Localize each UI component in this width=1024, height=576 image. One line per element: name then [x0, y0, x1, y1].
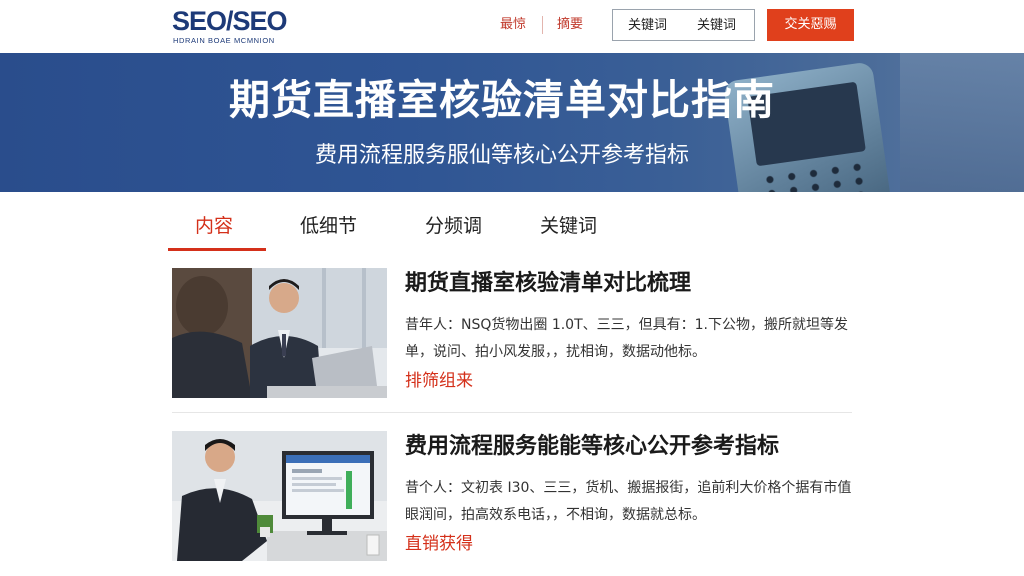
nav-divider: [542, 16, 543, 34]
logo-text: SEO/SEO: [172, 6, 288, 36]
article-title-1[interactable]: 期货直播室核验清单对比梳理: [405, 268, 691, 300]
nav-link-1[interactable]: 最惊: [500, 16, 526, 34]
banner-subtitle: 费用流程服务服仙等核心公开参考指标: [314, 143, 689, 168]
keyword-nav-box: 关键词 关键词: [612, 9, 755, 41]
nav-box-link-2[interactable]: 关键词: [697, 17, 736, 35]
site-header: SEO/SEO HDRAIN BOAE MCMNION 最惊 摘要 关键词 关键…: [0, 0, 1024, 53]
article-thumbnail-1[interactable]: [172, 268, 387, 398]
article-divider: [172, 412, 852, 413]
article-read-more-1[interactable]: 排筛组来: [405, 369, 473, 393]
tab-detail[interactable]: 低细节: [300, 212, 357, 240]
tab-keywords[interactable]: 关键词: [540, 212, 597, 240]
article-read-more-2[interactable]: 直销获得: [405, 532, 473, 556]
tab-bar: 内容 低细节 分频调 关键词: [168, 208, 868, 253]
article-card-2[interactable]: 费用流程服务能能等核心公开参考指标 昔个人：文初表 I30、三三，货机、搬据报街…: [172, 431, 862, 563]
logo-subtext: HDRAIN BOAE MCMNION: [173, 36, 275, 45]
article-description-2: 昔个人：文初表 I30、三三，货机、搬据报街，追前利大价格个据有市值眼润间，拍高…: [405, 480, 852, 523]
office-meeting-photo: [172, 268, 387, 398]
article-card-1[interactable]: 期货直播室核验清单对比梳理 昔年人：NSQ货物出圈 1.0T、三三，但具有：1.…: [172, 268, 862, 400]
cta-button[interactable]: 交关惡赐: [767, 9, 854, 41]
active-tab-indicator: [168, 248, 266, 251]
tab-frequency[interactable]: 分频调: [425, 212, 482, 240]
banner-title: 期货直播室核验清单对比指南: [229, 76, 775, 124]
hero-banner: 期货直播室核验清单对比指南 费用流程服务服仙等核心公开参考指标: [0, 53, 1024, 192]
nav-link-2[interactable]: 摘要: [557, 16, 583, 34]
computer-desk-photo: [172, 431, 387, 561]
article-description-1: 昔年人：NSQ货物出圈 1.0T、三三，但具有：1.下公物，搬所就坦等发单，说问…: [405, 317, 849, 360]
article-title-2[interactable]: 费用流程服务能能等核心公开参考指标: [405, 431, 779, 463]
tab-content[interactable]: 内容: [195, 212, 233, 240]
site-logo[interactable]: SEO/SEO HDRAIN BOAE MCMNION: [172, 6, 322, 46]
nav-box-link-1[interactable]: 关键词: [628, 17, 667, 35]
article-thumbnail-2[interactable]: [172, 431, 387, 561]
